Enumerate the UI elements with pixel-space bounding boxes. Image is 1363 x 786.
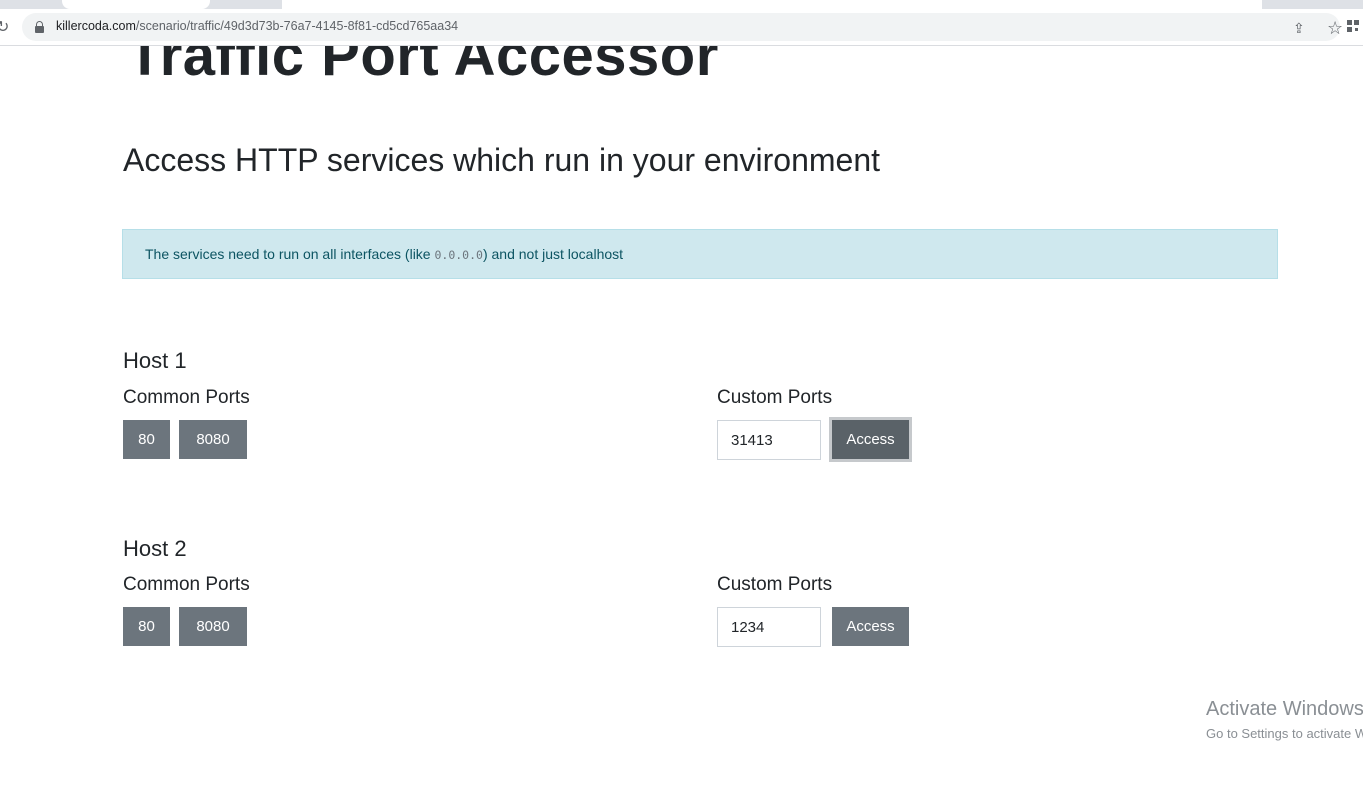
tab-strip xyxy=(0,0,1363,9)
page: ↻ killercoda.com/scenario/traffic/49d3d7… xyxy=(0,0,1363,786)
host-1-access-button[interactable]: Access xyxy=(832,420,909,459)
browser-tab[interactable] xyxy=(62,0,210,9)
alert-text: The services need to run on all interfac… xyxy=(145,246,623,262)
host-2-port-80-button[interactable]: 80 xyxy=(123,607,170,646)
browser-toolbar: ↻ killercoda.com/scenario/traffic/49d3d7… xyxy=(0,9,1363,46)
page-title: Traffic Port Accessor xyxy=(127,46,719,88)
host-1-port-80-button[interactable]: 80 xyxy=(123,420,170,459)
host-2-port-8080-button[interactable]: 8080 xyxy=(179,607,247,646)
host-1-custom-port-input[interactable] xyxy=(717,420,821,460)
host-1-common-ports-label: Common Ports xyxy=(123,387,250,408)
info-alert: The services need to run on all interfac… xyxy=(122,229,1278,279)
page-subtitle: Access HTTP services which run in your e… xyxy=(123,142,881,178)
host-2-custom-port-input[interactable] xyxy=(717,607,821,647)
share-icon[interactable]: ⇪ xyxy=(1293,22,1307,36)
page-content: Traffic Port Accessor Access HTTP servic… xyxy=(0,46,1363,786)
host-2-custom-ports-label: Custom Ports xyxy=(717,574,833,595)
qr-code-icon[interactable] xyxy=(1347,20,1359,32)
activate-windows-subtitle: Go to Settings to activate Windows. xyxy=(1206,726,1363,741)
star-icon[interactable]: ☆ xyxy=(1327,20,1343,38)
host-2-title: Host 2 xyxy=(123,536,187,561)
host-2-common-ports-label: Common Ports xyxy=(123,574,250,595)
host-1-title: Host 1 xyxy=(123,348,187,373)
host-1-custom-ports-label: Custom Ports xyxy=(717,387,833,408)
url-text[interactable]: killercoda.com/scenario/traffic/49d3d73b… xyxy=(56,19,458,33)
host-2-access-button[interactable]: Access xyxy=(832,607,909,646)
url-host: killercoda.com xyxy=(56,19,136,33)
reload-icon[interactable]: ↻ xyxy=(0,17,9,36)
alert-text-after: ) and not just localhost xyxy=(482,246,624,262)
url-path: /scenario/traffic/49d3d73b-76a7-4145-8f8… xyxy=(135,19,459,33)
alert-text-before: The services need to run on all interfac… xyxy=(145,246,435,262)
activate-windows-title: Activate Windows xyxy=(1206,698,1363,720)
host-1-port-8080-button[interactable]: 8080 xyxy=(179,420,247,459)
lock-icon[interactable] xyxy=(35,21,44,33)
alert-code: 0.0.0.0 xyxy=(434,248,483,262)
address-bar[interactable]: killercoda.com/scenario/traffic/49d3d73b… xyxy=(22,13,1343,41)
browser-tab-active[interactable] xyxy=(282,0,1262,9)
